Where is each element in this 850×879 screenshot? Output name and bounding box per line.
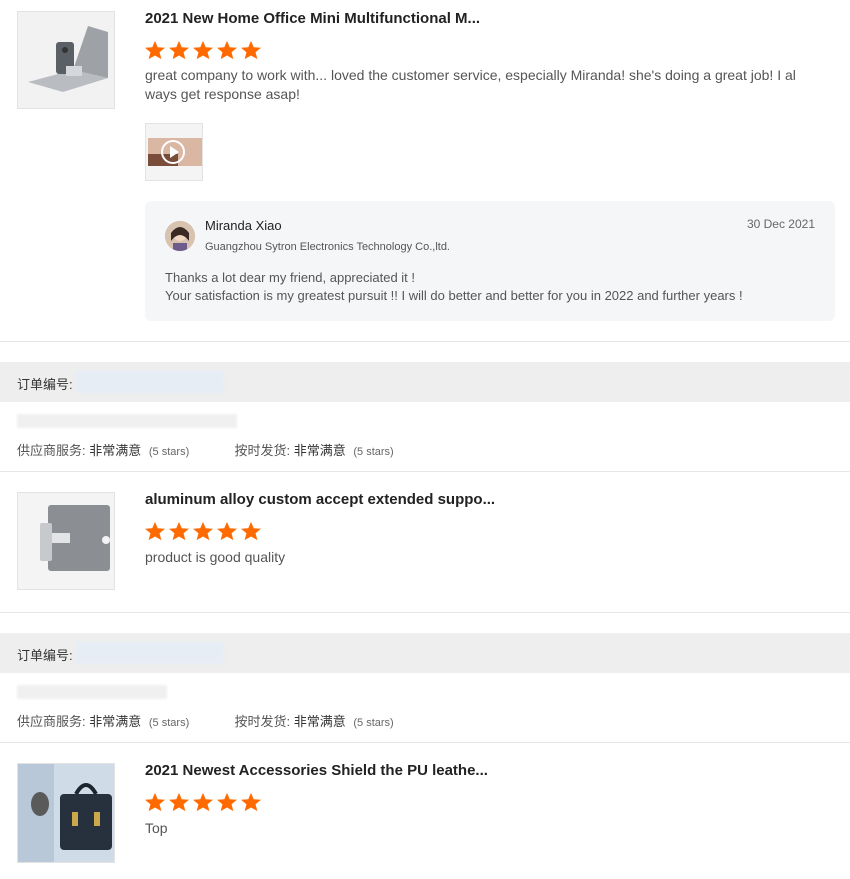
on-time-value: 非常满意 [293,443,346,458]
review-comment: Top [145,820,168,836]
star-icon [169,521,189,541]
laptop-phone-holder-photo-icon [18,12,114,108]
star-icon [217,521,237,541]
supplier-service-stars: (5 stars) [148,446,190,458]
divider [0,341,850,342]
play-video-icon [146,124,202,180]
star-icon [217,792,237,812]
reply-text: Thanks a lot dear my friend, appreciated… [165,269,743,305]
on-time-label: 按时发货: [234,443,291,458]
star-icon [241,792,261,812]
star-icon [145,521,165,541]
order-number-label: 订单编号: [17,648,73,663]
on-time-stars: (5 stars) [353,717,394,729]
order-number-label: 订单编号: [17,377,73,392]
reply-author-name: Miranda Xiao [205,218,282,233]
star-icon [193,40,213,60]
laptop-stand-photo-icon [18,493,114,589]
supplier-service-stars: (5 stars) [148,717,190,729]
product-title[interactable]: aluminum alloy custom accept extended su… [145,491,495,508]
star-icon [145,40,165,60]
redacted-info [17,685,167,699]
avatar [165,221,195,251]
on-time-label: 按时发货: [234,714,291,729]
star-icon [217,40,237,60]
product-thumbnail[interactable] [17,11,115,109]
reply-company: Guangzhou Sytron Electronics Technology … [205,241,450,253]
rating-stars [144,40,262,60]
star-icon [241,521,261,541]
reply-date: 30 Dec 2021 [746,217,815,231]
divider [0,742,850,743]
order-header: 订单编号: [0,362,850,402]
supplier-service-value: 非常满意 [89,443,142,458]
star-icon [193,521,213,541]
reply-line: Your satisfaction is my greatest pursuit… [165,288,743,303]
on-time-stars: (5 stars) [353,446,394,458]
avatar-icon [165,221,195,251]
star-icon [241,40,261,60]
redacted-info [17,414,237,428]
divider [0,612,850,613]
supplier-service-value: 非常满意 [89,714,142,729]
divider [0,471,850,472]
star-icon [145,792,165,812]
star-icon [169,40,189,60]
order-ratings: 供应商服务: 非常满意 (5 stars) 按时发货: 非常满意 (5 star… [17,711,394,730]
order-header: 订单编号: [0,633,850,673]
reply-line: Thanks a lot dear my friend, appreciated… [165,270,416,285]
order-ratings: 供应商服务: 非常满意 (5 stars) 按时发货: 非常满意 (5 star… [17,440,394,459]
on-time-value: 非常满意 [293,714,346,729]
video-thumbnail[interactable] [145,123,203,181]
star-icon [169,792,189,812]
supplier-service-label: 供应商服务: [17,714,86,729]
product-title[interactable]: 2021 New Home Office Mini Multifunctiona… [145,10,480,27]
rating-stars [144,521,262,541]
leather-bag-photo-icon [18,764,114,862]
order-number-redacted [76,371,224,393]
review-comment: product is good quality [145,549,286,565]
seller-reply: Miranda Xiao Guangzhou Sytron Electronic… [145,201,835,321]
order-number-redacted [76,642,224,664]
product-title[interactable]: 2021 Newest Accessories Shield the PU le… [145,762,488,779]
star-icon [193,792,213,812]
supplier-service-label: 供应商服务: [17,443,86,458]
rating-stars [144,792,262,812]
product-thumbnail[interactable] [17,492,115,590]
product-thumbnail[interactable] [17,763,115,863]
review-comment: great company to work with... loved the … [145,67,796,102]
